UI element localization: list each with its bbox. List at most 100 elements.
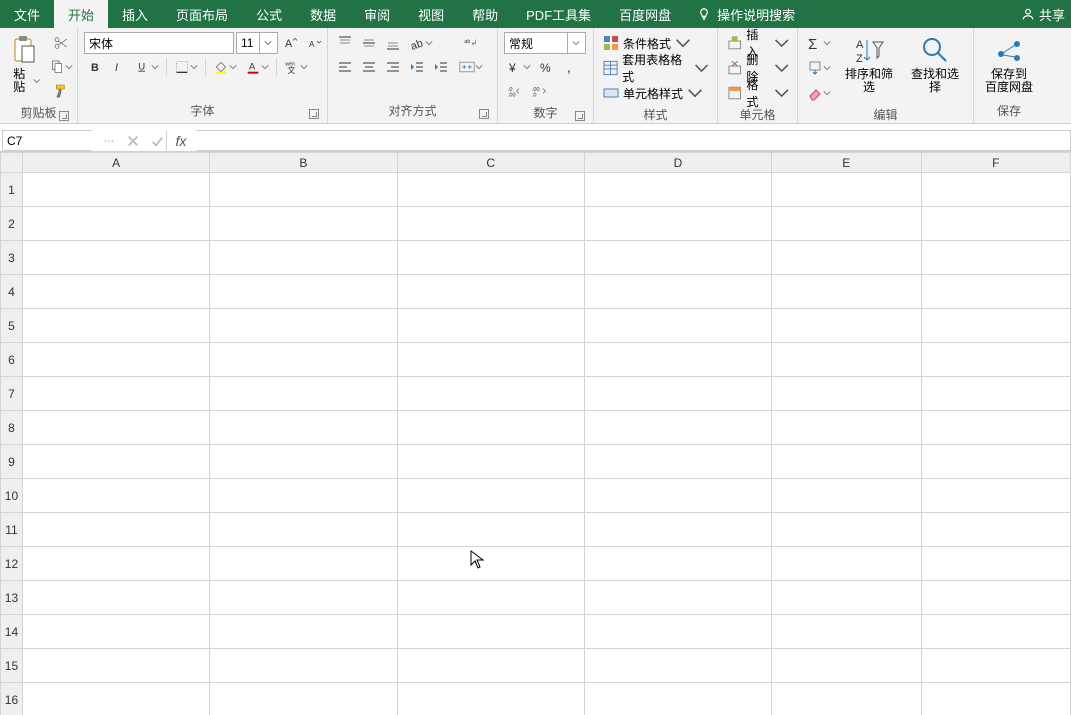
- font-dialog-launcher[interactable]: [309, 109, 319, 119]
- cell[interactable]: [397, 343, 584, 377]
- fill-button[interactable]: [804, 57, 834, 79]
- cell[interactable]: [584, 411, 771, 445]
- align-top-button[interactable]: [334, 32, 356, 54]
- tell-me-search[interactable]: 操作说明搜索: [685, 0, 807, 28]
- cell[interactable]: [772, 411, 921, 445]
- tab-data[interactable]: 数据: [296, 0, 350, 28]
- cell[interactable]: [584, 547, 771, 581]
- align-middle-button[interactable]: [358, 32, 380, 54]
- tab-insert[interactable]: 插入: [108, 0, 162, 28]
- cell[interactable]: [22, 445, 209, 479]
- cell[interactable]: [210, 547, 397, 581]
- cell[interactable]: [772, 309, 921, 343]
- cell[interactable]: [210, 649, 397, 683]
- cell[interactable]: [210, 241, 397, 275]
- cell[interactable]: [772, 649, 921, 683]
- format-cells-button[interactable]: 格式: [724, 82, 792, 104]
- increase-indent-button[interactable]: [430, 56, 452, 78]
- font-size-dropdown[interactable]: [259, 33, 275, 53]
- cell[interactable]: [921, 615, 1070, 649]
- cell[interactable]: [584, 445, 771, 479]
- sort-filter-button[interactable]: AZ 排序和筛选: [838, 32, 900, 94]
- cell[interactable]: [210, 683, 397, 715]
- cell[interactable]: [22, 275, 209, 309]
- cell[interactable]: [397, 207, 584, 241]
- cell[interactable]: [22, 479, 209, 513]
- cell[interactable]: [22, 547, 209, 581]
- cell[interactable]: [584, 207, 771, 241]
- select-all-corner[interactable]: [1, 153, 23, 173]
- column-header[interactable]: A: [22, 153, 209, 173]
- cell[interactable]: [584, 479, 771, 513]
- cell[interactable]: [921, 649, 1070, 683]
- cell[interactable]: [921, 513, 1070, 547]
- cell[interactable]: [397, 411, 584, 445]
- tab-home[interactable]: 开始: [54, 0, 108, 28]
- autosum-button[interactable]: Σ: [804, 32, 834, 54]
- borders-button[interactable]: [171, 56, 201, 78]
- font-name-combo[interactable]: [84, 32, 234, 54]
- row-header[interactable]: 16: [1, 683, 23, 715]
- cell[interactable]: [921, 479, 1070, 513]
- cell[interactable]: [772, 343, 921, 377]
- format-as-table-button[interactable]: 套用表格格式: [600, 57, 712, 79]
- phonetic-guide-button[interactable]: wén文: [281, 56, 311, 78]
- cell[interactable]: [397, 649, 584, 683]
- cell[interactable]: [584, 343, 771, 377]
- formula-input[interactable]: [196, 131, 1070, 150]
- cell[interactable]: [397, 445, 584, 479]
- cancel-formula-button[interactable]: [122, 130, 144, 152]
- cell[interactable]: [210, 445, 397, 479]
- cell[interactable]: [397, 241, 584, 275]
- copy-button[interactable]: [46, 56, 76, 78]
- tab-page-layout[interactable]: 页面布局: [162, 0, 242, 28]
- cell[interactable]: [584, 581, 771, 615]
- enter-formula-button[interactable]: [146, 130, 168, 152]
- cell[interactable]: [921, 275, 1070, 309]
- row-header[interactable]: 10: [1, 479, 23, 513]
- cell[interactable]: [772, 615, 921, 649]
- tab-review[interactable]: 审阅: [350, 0, 404, 28]
- column-header[interactable]: B: [210, 153, 397, 173]
- align-bottom-button[interactable]: [382, 32, 404, 54]
- decrease-indent-button[interactable]: [406, 56, 428, 78]
- orientation-button[interactable]: ab: [406, 32, 436, 54]
- cell[interactable]: [22, 241, 209, 275]
- font-color-button[interactable]: A: [242, 56, 272, 78]
- cell[interactable]: [22, 173, 209, 207]
- row-header[interactable]: 7: [1, 377, 23, 411]
- row-header[interactable]: 13: [1, 581, 23, 615]
- row-header[interactable]: 11: [1, 513, 23, 547]
- cell[interactable]: [584, 173, 771, 207]
- increase-font-size-button[interactable]: A: [280, 32, 302, 54]
- italic-button[interactable]: I: [108, 56, 130, 78]
- cell[interactable]: [921, 309, 1070, 343]
- cell[interactable]: [921, 173, 1070, 207]
- font-name-input[interactable]: [85, 33, 248, 53]
- insert-function-button[interactable]: fx: [170, 130, 192, 152]
- decrease-font-size-button[interactable]: A: [304, 32, 326, 54]
- cell[interactable]: [584, 241, 771, 275]
- tab-view[interactable]: 视图: [404, 0, 458, 28]
- cell[interactable]: [772, 173, 921, 207]
- bold-button[interactable]: B: [84, 56, 106, 78]
- cell[interactable]: [22, 411, 209, 445]
- cell[interactable]: [921, 547, 1070, 581]
- cell[interactable]: [921, 581, 1070, 615]
- cell[interactable]: [210, 513, 397, 547]
- cell[interactable]: [397, 615, 584, 649]
- cell[interactable]: [397, 547, 584, 581]
- cell[interactable]: [921, 445, 1070, 479]
- cell[interactable]: [584, 377, 771, 411]
- tab-baidu-netdisk[interactable]: 百度网盘: [605, 0, 685, 28]
- cell[interactable]: [210, 343, 397, 377]
- tab-formulas[interactable]: 公式: [242, 0, 296, 28]
- increase-decimal-button[interactable]: .0.00: [504, 80, 526, 102]
- cell[interactable]: [397, 513, 584, 547]
- cell[interactable]: [22, 649, 209, 683]
- cell[interactable]: [210, 309, 397, 343]
- cell[interactable]: [397, 275, 584, 309]
- worksheet-grid[interactable]: A B C D E F 12345678910111213141516: [0, 152, 1071, 715]
- cell[interactable]: [584, 309, 771, 343]
- cell[interactable]: [22, 309, 209, 343]
